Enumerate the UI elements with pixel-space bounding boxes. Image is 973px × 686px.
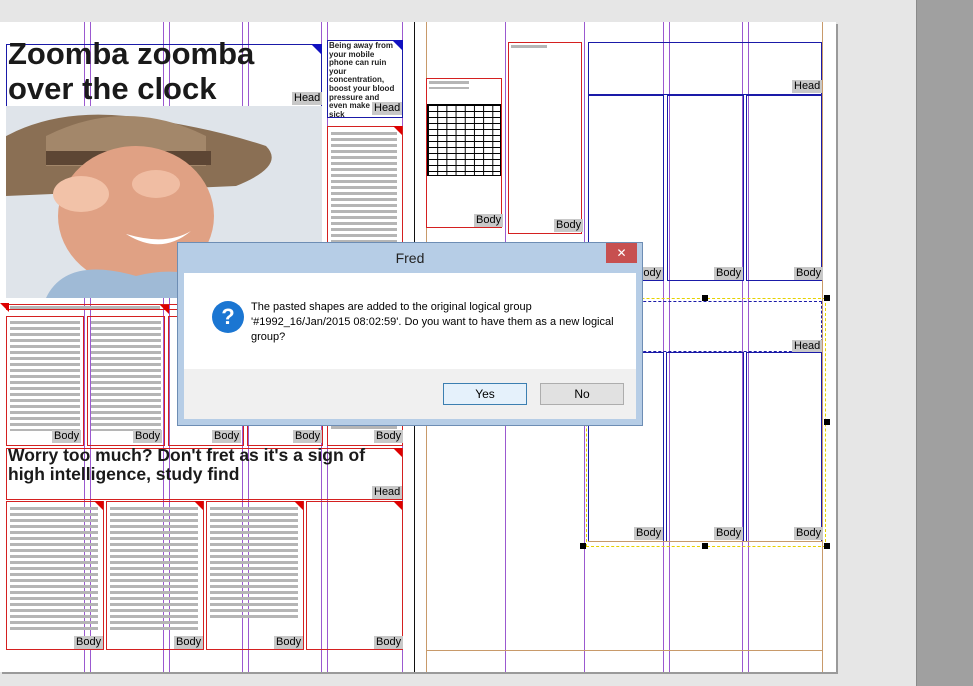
body-frame[interactable] <box>746 95 822 281</box>
resize-handle[interactable] <box>824 543 830 549</box>
body-frame[interactable] <box>508 42 582 234</box>
frame-corner-marker <box>160 305 169 314</box>
dialog-message: The pasted shapes are added to the origi… <box>251 301 614 343</box>
text-placeholder <box>10 507 98 631</box>
head-tag[interactable]: Head <box>372 486 403 499</box>
resize-handle[interactable] <box>824 419 830 425</box>
body-tag[interactable]: Body <box>174 636 204 649</box>
body-tag[interactable]: Body <box>52 430 82 443</box>
close-icon[interactable]: ✕ <box>606 243 637 263</box>
body-frame[interactable] <box>667 95 744 281</box>
body-tag[interactable]: Body <box>634 527 664 540</box>
head-frame[interactable] <box>588 42 822 95</box>
body-tag[interactable]: Body <box>133 430 163 443</box>
text-placeholder <box>210 507 298 619</box>
side-panel <box>916 0 973 686</box>
body-tag[interactable]: Body <box>274 636 304 649</box>
yes-button[interactable]: Yes <box>443 383 527 405</box>
dialog-body: ? The pasted shapes are added to the ori… <box>184 273 636 369</box>
body-tag[interactable]: Body <box>474 214 504 227</box>
head-tag[interactable]: Head <box>292 92 323 105</box>
text-placeholder <box>110 507 198 631</box>
resize-handle[interactable] <box>580 543 586 549</box>
text-placeholder <box>91 321 161 431</box>
caption-placeholder <box>10 306 160 309</box>
text-placeholder <box>10 321 80 431</box>
data-table-grid[interactable] <box>427 104 501 176</box>
head-tag[interactable]: Head <box>372 102 403 115</box>
body-tag[interactable]: Body <box>212 430 242 443</box>
question-icon: ? <box>212 301 244 333</box>
margin-guide <box>588 541 822 542</box>
resize-handle[interactable] <box>702 543 708 549</box>
resize-handle[interactable] <box>702 295 708 301</box>
body-tag[interactable]: Body <box>714 267 744 280</box>
body-frame[interactable] <box>306 501 403 650</box>
body-tag[interactable]: Body <box>794 267 824 280</box>
text-placeholder <box>429 81 469 89</box>
body-tag[interactable]: Body <box>794 527 824 540</box>
dialog-title: Fred <box>395 250 425 266</box>
resize-handle[interactable] <box>824 295 830 301</box>
body-tag[interactable]: Body <box>74 636 104 649</box>
body-tag[interactable]: Body <box>293 430 323 443</box>
head-tag[interactable]: Head <box>792 80 823 93</box>
body-tag[interactable]: Body <box>374 636 404 649</box>
text-placeholder <box>511 45 547 51</box>
body-frame[interactable] <box>666 352 744 542</box>
dialog-footer: Yes No <box>184 369 636 419</box>
frame-corner-marker <box>311 44 322 55</box>
confirm-dialog[interactable]: Fred ✕ ? The pasted shapes are added to … <box>177 242 643 426</box>
frame-corner-marker <box>0 303 9 312</box>
margin-guide <box>426 650 822 651</box>
body-tag[interactable]: Body <box>374 430 404 443</box>
body-tag[interactable]: Body <box>554 219 584 232</box>
headline-1: Zoomba zoomba over the clock <box>8 36 255 106</box>
body-tag[interactable]: Body <box>714 527 744 540</box>
headline-2: Worry too much? Don't fret as it's a sig… <box>8 445 366 484</box>
no-button[interactable]: No <box>540 383 624 405</box>
frame-corner-marker <box>393 501 402 510</box>
body-frame[interactable] <box>746 352 822 542</box>
